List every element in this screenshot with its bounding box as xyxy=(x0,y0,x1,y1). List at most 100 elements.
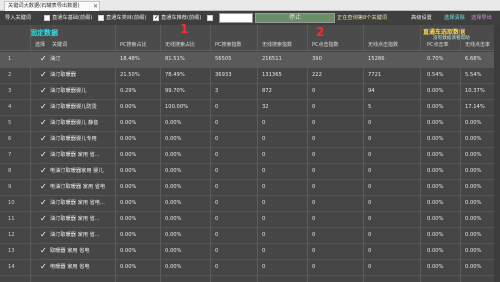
import-keywords-button[interactable]: 导入关键词 xyxy=(5,14,31,22)
export-selection-button[interactable]: 选择导出 xyxy=(471,14,492,22)
metric-cell: 18.48% xyxy=(120,56,140,62)
row-select-checkbox[interactable]: ✓ xyxy=(40,150,47,159)
table-row[interactable]: 1 ✓ 油汀 18.48% 81.51% 56505 216511 390 15286 0.70%… xyxy=(0,52,500,68)
checkbox-car-category[interactable] xyxy=(98,15,104,21)
metric-cell: 0 xyxy=(215,104,219,110)
column-header-mobile-ctr[interactable]: 无线点击率 xyxy=(465,41,490,48)
metric-cell: 0 xyxy=(215,120,219,126)
metric-cell: 0.00% xyxy=(427,184,444,190)
metric-cell: 0.00% xyxy=(120,216,137,222)
metric-cell: 0 xyxy=(215,216,219,222)
row-select-checkbox[interactable]: ✓ xyxy=(40,86,47,95)
row-select-checkbox[interactable]: ✓ xyxy=(40,118,47,127)
metric-cell: 94 xyxy=(368,88,375,94)
row-select-checkbox[interactable]: ✓ xyxy=(40,230,47,239)
metric-cell: 32 xyxy=(262,104,269,110)
keyword-input[interactable] xyxy=(219,13,253,23)
metric-cell: 0 xyxy=(312,88,316,94)
row-select-checkbox[interactable]: ✓ xyxy=(40,54,47,63)
metric-cell: 0.00% xyxy=(165,200,182,206)
metric-cell: 7721 xyxy=(368,72,382,78)
column-header-mobile-click-index[interactable]: 无线点击指数 xyxy=(368,41,398,48)
metric-cell: 0 xyxy=(312,184,316,190)
metric-cell: 0.00% xyxy=(120,152,137,158)
metric-cell: 0 xyxy=(215,264,219,270)
metric-cell: 216511 xyxy=(262,56,282,62)
metric-cell: 0 xyxy=(312,232,316,238)
table-row[interactable]: 11 ✓ 油汀取暖器 家用 省... 0.00% 0.00% 0 0 0 0 0.00% 0.00% xyxy=(0,212,500,228)
row-select-checkbox[interactable]: ✓ xyxy=(40,262,47,271)
row-number: 5 xyxy=(8,120,12,126)
metric-cell: 0.70% xyxy=(427,56,444,62)
row-number: 1 xyxy=(8,56,12,62)
clear-selection-button[interactable]: 选择清除 xyxy=(444,14,465,22)
table-row[interactable]: 13 ✓ 取暖器 家用 省电 0.00% 0.00% 0 0 0 0 0.00% 0.00% xyxy=(0,244,500,260)
metric-cell: 0.00% xyxy=(465,216,482,222)
row-select-checkbox[interactable]: ✓ xyxy=(40,166,47,175)
keyword-cell: 油汀取暖器婴儿专用 xyxy=(50,136,97,142)
metric-cell: 0.00% xyxy=(120,264,137,270)
metric-cell: 131365 xyxy=(262,72,282,78)
table-row[interactable]: 3 ✓ 油汀取暖器婴儿 0.29% 99.70% 3 872 0 94 0.00% 10.37% xyxy=(0,84,500,100)
row-select-checkbox[interactable]: ✓ xyxy=(40,70,47,79)
keyword-cell: 油汀取暖器 xyxy=(50,72,76,78)
metric-cell: 0 xyxy=(312,264,316,270)
row-select-checkbox[interactable]: ✓ xyxy=(40,246,47,255)
metric-cell: 0.00% xyxy=(165,232,182,238)
keyword-cell: 油汀取暖器婴儿 xyxy=(50,88,87,94)
column-header-pc-search-index[interactable]: PC搜索指数 xyxy=(215,41,242,48)
table-row[interactable]: 7 ✓ 油汀取暖器 家用 省... 0.00% 0.00% 0 0 0 0 0.00% 0.00% xyxy=(0,148,500,164)
advanced-settings-button[interactable]: 高级设置 xyxy=(411,14,432,22)
row-select-checkbox[interactable]: ✓ xyxy=(40,134,47,143)
keyword-cell: 油汀取暖器 家用 省... xyxy=(50,216,100,222)
metric-cell: 0 xyxy=(262,232,266,238)
table-row[interactable]: 9 ✓ 电油汀取暖器 家用 省电 0.00% 0.00% 0 0 0 0 0.00% 0.00% xyxy=(0,180,500,196)
metric-cell: 0.00% xyxy=(427,120,444,126)
metric-cell: 56505 xyxy=(215,56,232,62)
row-select-checkbox[interactable]: ✓ xyxy=(40,214,47,223)
metric-cell: 0.00% xyxy=(465,136,482,142)
column-header-mobile-search-index[interactable]: 无线搜索指数 xyxy=(262,41,292,48)
metric-cell: 0.00% xyxy=(465,248,482,254)
metric-cell: 0.00% xyxy=(427,200,444,206)
checkbox-car-basic[interactable] xyxy=(44,15,50,21)
close-icon[interactable]: ✕ xyxy=(93,2,98,11)
column-header-pc-share[interactable]: PC搜索占比 xyxy=(120,41,147,48)
row-select-checkbox[interactable]: ✓ xyxy=(40,182,47,191)
column-header-pc-click-index[interactable]: PC点击指数 xyxy=(312,41,339,48)
table-row[interactable]: 4 ✓ 油汀取暖器婴儿防烫 0.00% 100.00% 0 32 0 5 0.00% 17.14% xyxy=(0,100,500,116)
table-row[interactable]: 10 ✓ 油汀取暖器 家用 省电... 0.00% 0.00% 0 0 0 0 0.00% 0.00… xyxy=(0,196,500,212)
metric-cell: 81.51% xyxy=(165,56,185,62)
metric-cell: 0 xyxy=(215,184,219,190)
metric-cell: 0 xyxy=(368,232,372,238)
row-select-checkbox[interactable]: ✓ xyxy=(40,102,47,111)
metric-cell: 0 xyxy=(368,168,372,174)
table-row[interactable]: 14 ✓ 电暖器 家用 省电 0.00% 0.00% 0 0 0 0 0.00% 0.00% xyxy=(0,260,500,276)
checkbox-taobao-search[interactable] xyxy=(207,15,213,21)
column-header-pc-ctr[interactable]: PC点击率 xyxy=(427,41,449,48)
table-row[interactable]: 2 ✓ 油汀取暖器 21.50% 78.49% 36933 131365 222 7721 0.5… xyxy=(0,68,500,84)
vertical-scrollbar[interactable] xyxy=(494,25,500,282)
document-tab[interactable]: 关键词大数据(石罐表导出数据) ✕ xyxy=(4,1,100,11)
table-row[interactable]: 8 ✓ 电油汀取暖器家用 婴儿 0.00% 0.00% 0 0 0 0 0.00% 0.00% xyxy=(0,164,500,180)
metric-cell: 0 xyxy=(262,216,266,222)
metric-cell: 0 xyxy=(312,152,316,158)
row-select-checkbox[interactable]: ✓ xyxy=(40,198,47,207)
table-row[interactable]: 12 ✓ 油汀取暖器 家用 省... 0.00% 0.00% 0 0 0 0 0.00% 0.00% xyxy=(0,228,500,244)
table-row[interactable]: 6 ✓ 油汀取暖器婴儿专用 0.00% 0.00% 0 0 0 0 0.00% 0.00% xyxy=(0,132,500,148)
checkbox-car-recommend[interactable] xyxy=(153,14,159,21)
stop-button[interactable]: 停止 xyxy=(255,13,335,23)
metric-cell: 0.00% xyxy=(427,168,444,174)
tab-title: 关键词大数据(石罐表导出数据) xyxy=(8,3,80,9)
column-header-select[interactable]: 选择 xyxy=(35,41,45,48)
toolbar: 导入关键词 直通车基础(前缀) 直通车类目(前缀) 直通车推荐(前缀) 停止 正… xyxy=(0,11,500,25)
column-header-mobile-share[interactable]: 无线搜索占比 xyxy=(165,41,195,48)
checkbox-car-basic-label: 直通车基础(前缀) xyxy=(52,15,93,21)
table-row[interactable]: 5 ✓ 油汀取暖器婴儿 静音 0.00% 0.00% 0 0 0 0 0.00% 0.00% xyxy=(0,116,500,132)
keyword-cell: 油汀取暖器婴儿防烫 xyxy=(50,104,97,110)
metric-cell: 0 xyxy=(368,216,372,222)
metric-cell: 36933 xyxy=(215,72,232,78)
metric-cell: 222 xyxy=(312,72,322,78)
annotation-mark-1: 1 xyxy=(180,22,189,36)
column-header-keyword[interactable]: 关键词 xyxy=(52,41,67,48)
